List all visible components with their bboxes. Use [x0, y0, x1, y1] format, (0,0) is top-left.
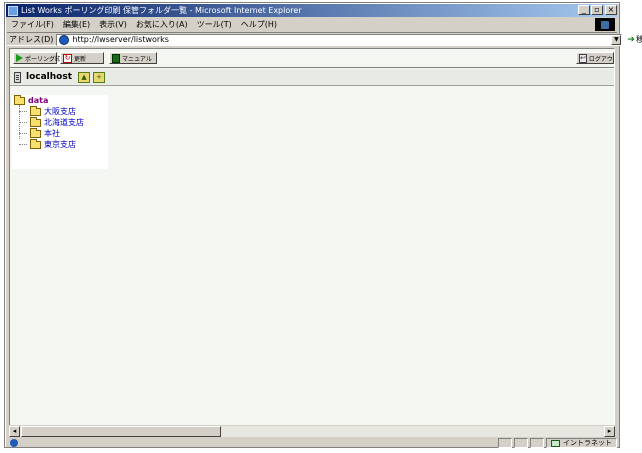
scroll-thumb[interactable]: [21, 426, 221, 437]
go-arrow-icon: ➔: [627, 34, 635, 45]
tree-item-label: 本社: [44, 129, 60, 138]
host-name: localhost: [26, 72, 73, 82]
menu-view[interactable]: 表示(V): [95, 19, 132, 30]
address-dropdown-icon[interactable]: ▼: [611, 34, 622, 45]
page-icon: [59, 34, 70, 45]
intranet-icon: [551, 439, 560, 447]
tree-item-honsha[interactable]: 本社: [19, 127, 60, 139]
folder-icon: [30, 105, 41, 116]
tree-item-label: 東京支店: [44, 140, 76, 149]
address-input[interactable]: http://lwserver/listworks ▼: [56, 33, 623, 46]
title-bar: List Works ポーリング印刷 保管フォルダ一覧 - Microsoft …: [6, 4, 618, 17]
scroll-left-icon[interactable]: ◂: [9, 426, 20, 437]
window-controls: _ ▫ ×: [577, 5, 617, 15]
tree-root-label: data: [28, 96, 49, 105]
page-content: ポーリング印刷 ↻ 更新 マニュアル ↩ ログアウト localhost ▲ +: [9, 48, 615, 426]
menu-tools[interactable]: ツール(T): [193, 19, 237, 30]
scroll-right-icon[interactable]: ▸: [604, 426, 615, 437]
polling-print-button[interactable]: ポーリング印刷: [13, 52, 67, 64]
address-label: アドレス(D): [9, 35, 54, 44]
menu-bar: ファイル(F) 編集(E) 表示(V) お気に入り(A) ツール(T) ヘルプ(…: [7, 18, 617, 31]
zone-label: イントラネット: [563, 439, 612, 447]
menu-file[interactable]: ファイル(F): [7, 19, 59, 30]
folder-up-icon[interactable]: ▲: [78, 71, 91, 83]
horizontal-scrollbar[interactable]: ◂ ▸: [9, 425, 615, 437]
windows-logo-icon: [595, 18, 615, 31]
browser-window: List Works ポーリング印刷 保管フォルダ一覧 - Microsoft …: [4, 2, 642, 448]
address-url: http://lwserver/listworks: [72, 35, 169, 44]
app-toolbar: ポーリング印刷 ↻ 更新 マニュアル ↩ ログアウト: [10, 49, 614, 68]
menu-favorites[interactable]: お気に入り(A): [132, 19, 193, 30]
tree-item-tokyo[interactable]: 東京支店: [19, 138, 76, 150]
close-button[interactable]: ×: [605, 5, 617, 15]
manual-button[interactable]: マニュアル: [109, 52, 157, 64]
folder-icon: [30, 127, 41, 138]
page-status-icon: [10, 439, 18, 447]
play-icon: [16, 54, 23, 62]
tree-root[interactable]: data: [14, 94, 49, 105]
folder-new-icon[interactable]: +: [93, 71, 106, 83]
minimize-button[interactable]: _: [578, 5, 590, 15]
ie-icon: [8, 5, 18, 16]
go-button[interactable]: ➔ 移動: [627, 34, 642, 45]
logout-button[interactable]: ↩ ログアウト: [576, 52, 614, 64]
tree-item-hokkaido[interactable]: 北海道支店: [19, 116, 84, 128]
refresh-icon: ↻: [63, 53, 72, 63]
window-title: List Works ポーリング印刷 保管フォルダ一覧 - Microsoft …: [21, 6, 302, 15]
security-zone: イントラネット: [546, 438, 617, 448]
folder-icon: [30, 116, 41, 127]
folder-open-icon: [14, 94, 25, 105]
logout-icon: ↩: [579, 53, 587, 63]
book-icon: [112, 53, 120, 63]
go-label: 移動: [635, 35, 642, 44]
menu-help[interactable]: ヘルプ(H): [237, 19, 282, 30]
folder-icon: [30, 138, 41, 149]
refresh-button[interactable]: ↻ 更新: [60, 52, 104, 64]
tree-item-label: 大阪支店: [44, 107, 76, 116]
tree-item-label: 北海道支店: [44, 118, 84, 127]
host-bar: localhost ▲ +: [10, 69, 614, 86]
address-bar: アドレス(D) http://lwserver/listworks ▼ ➔ 移動: [7, 32, 642, 46]
tree-item-osaka[interactable]: 大阪支店: [19, 105, 76, 117]
folder-tree: data 大阪支店 北海道支店 本社 東京支店: [12, 94, 108, 169]
maximize-button[interactable]: ▫: [591, 5, 603, 15]
status-bar: イントラネット: [7, 438, 617, 448]
server-icon: [14, 71, 21, 83]
menu-edit[interactable]: 編集(E): [59, 19, 95, 30]
